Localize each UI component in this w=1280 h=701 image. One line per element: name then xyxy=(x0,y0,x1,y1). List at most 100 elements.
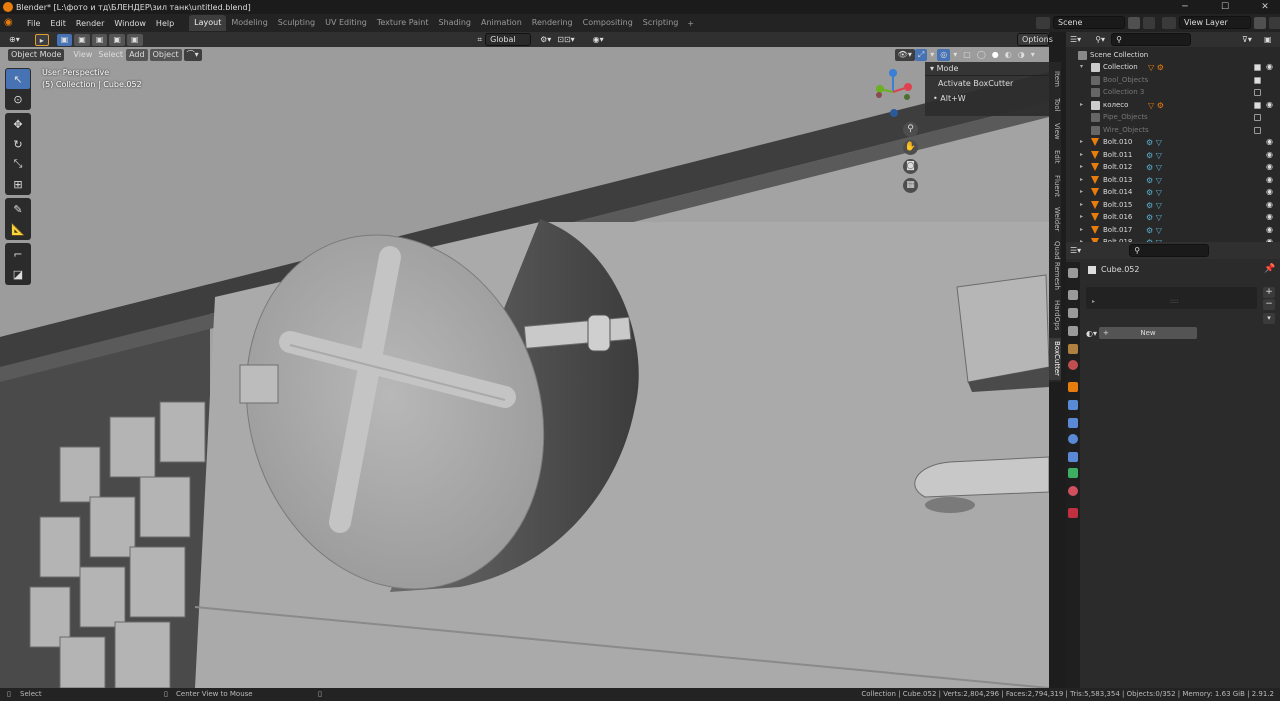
list-expand-icon[interactable]: ▸ xyxy=(1092,298,1095,305)
minimize-icon[interactable]: ─ xyxy=(1176,2,1194,12)
outliner-row[interactable]: ▸ Bolt.011 ⚙ ▽ ◉ xyxy=(1066,149,1280,162)
object-props-icon[interactable] xyxy=(1068,382,1078,392)
editor-type-icon[interactable]: ⊕▾ xyxy=(6,34,23,46)
expand-arrow-icon[interactable]: ▸ xyxy=(1080,224,1083,237)
filter-display-icon[interactable]: ⚲▾ xyxy=(1095,35,1105,44)
select-extend-icon[interactable]: ▣ xyxy=(74,33,90,46)
modifier-props-icon[interactable] xyxy=(1068,400,1078,410)
transform-orientation-dropdown[interactable]: Global xyxy=(485,33,532,46)
constraints-props-icon[interactable] xyxy=(1068,452,1078,462)
camera-icon[interactable]: ◙ xyxy=(903,159,918,174)
view-menu[interactable]: View xyxy=(70,49,95,61)
outliner-row[interactable]: Collection 3 xyxy=(1066,86,1280,99)
physics-props-icon[interactable] xyxy=(1068,434,1078,444)
menu-edit[interactable]: Edit xyxy=(45,19,71,28)
menu-help[interactable]: Help xyxy=(151,19,179,28)
exclude-checkbox[interactable] xyxy=(1254,126,1261,134)
outliner-editor-icon[interactable]: ☰▾ xyxy=(1070,35,1081,44)
list-resize-icon[interactable]: :::: xyxy=(1170,298,1178,305)
select-tool-icon[interactable]: ↖ xyxy=(6,69,30,89)
scene-props-icon[interactable] xyxy=(1068,344,1078,354)
tab-scripting[interactable]: Scripting xyxy=(638,15,684,31)
zoom-icon[interactable]: ⚲ xyxy=(903,122,918,137)
hardops-tool-icon[interactable]: ⌐ xyxy=(6,244,30,264)
mode-panel-header[interactable]: ▾ Mode xyxy=(925,62,1049,76)
object-mode-dropdown[interactable]: Object Mode xyxy=(8,48,65,61)
modifier-mesh-icon[interactable]: ⚙ ▽ xyxy=(1146,162,1168,172)
exclude-checkbox[interactable] xyxy=(1254,76,1261,84)
particles-props-icon[interactable] xyxy=(1068,418,1078,428)
expand-arrow-icon[interactable]: ▸ xyxy=(1080,99,1083,112)
expand-arrow-icon[interactable]: ▾ xyxy=(1080,61,1083,74)
tab-edit[interactable]: Edit xyxy=(1049,146,1061,168)
outliner-row[interactable]: Pipe_Objects xyxy=(1066,111,1280,124)
tab-hardops[interactable]: HardOps xyxy=(1049,296,1061,334)
world-props-icon[interactable] xyxy=(1068,360,1078,370)
tab-boxcutter[interactable]: BoxCutter xyxy=(1049,338,1061,380)
new-collection-icon[interactable]: ▣ xyxy=(1264,35,1272,44)
menu-render[interactable]: Render xyxy=(71,19,109,28)
tab-fluent[interactable]: Fluent xyxy=(1049,172,1061,200)
collection-contents-icon[interactable]: ▽ ⚙ xyxy=(1148,100,1170,110)
outliner-row[interactable]: Wire_Objects xyxy=(1066,124,1280,137)
navigation-gizmo[interactable] xyxy=(868,67,918,117)
outliner-search-input[interactable]: ⚲ xyxy=(1111,33,1192,46)
outliner-row[interactable]: ▸ Bolt.016 ⚙ ▽ ◉ xyxy=(1066,211,1280,224)
extra-menu-icon[interactable]: ⌒▾ xyxy=(183,48,202,61)
eye-icon[interactable]: ◉ xyxy=(1266,136,1273,149)
visibility-icon[interactable]: 👁▾ xyxy=(894,48,915,61)
material-slot-list[interactable]: ▸ :::: xyxy=(1086,287,1257,309)
pivot-icon[interactable]: ⚙▾ xyxy=(537,34,554,46)
pin-icon[interactable]: 📌 xyxy=(1264,264,1275,274)
view-layer-props-icon[interactable] xyxy=(1068,326,1078,336)
modifier-mesh-icon[interactable]: ⚙ ▽ xyxy=(1146,187,1168,197)
overlay-dropdown-icon[interactable]: ▾ xyxy=(950,49,960,61)
rotate-tool-icon[interactable]: ↻ xyxy=(6,134,30,154)
pan-hand-icon[interactable]: ✋ xyxy=(903,140,918,155)
tab-modeling[interactable]: Modeling xyxy=(226,15,272,31)
measure-tool-icon[interactable]: 📐 xyxy=(6,219,30,239)
tab-animation[interactable]: Animation xyxy=(476,15,527,31)
material-props-icon[interactable] xyxy=(1068,486,1078,496)
material-browse-icon[interactable]: ◐▾ xyxy=(1086,329,1097,338)
y-axis-icon[interactable] xyxy=(876,85,884,93)
view-layer-icon[interactable] xyxy=(1162,16,1176,29)
expand-arrow-icon[interactable]: ▸ xyxy=(1080,174,1083,187)
add-menu[interactable]: Add xyxy=(126,48,148,61)
new-view-layer-icon[interactable] xyxy=(1254,16,1266,29)
select-invert-icon[interactable]: ▣ xyxy=(109,33,125,46)
modifier-mesh-icon[interactable]: ⚙ ▽ xyxy=(1146,212,1168,222)
tab-texture-paint[interactable]: Texture Paint xyxy=(372,15,434,31)
eye-icon[interactable]: ◉ xyxy=(1266,149,1273,162)
tab-tool[interactable]: Tool xyxy=(1049,94,1061,116)
close-icon[interactable]: ✕ xyxy=(1256,2,1274,12)
tab-item[interactable]: Item xyxy=(1049,68,1061,90)
expand-arrow-icon[interactable]: ▸ xyxy=(1080,186,1083,199)
activate-boxcutter-item[interactable]: Activate BoxCutter xyxy=(925,76,1049,91)
shading-material-icon[interactable]: ◐ xyxy=(1002,49,1015,61)
menu-file[interactable]: File xyxy=(22,19,45,28)
shading-solid-icon[interactable]: ● xyxy=(989,49,1002,61)
expand-arrow-icon[interactable]: ▸ xyxy=(1080,136,1083,149)
add-workspace-button[interactable]: + xyxy=(683,19,698,28)
options-dropdown[interactable]: Options xyxy=(1017,33,1053,46)
outliner-row[interactable]: ▸ Bolt.012 ⚙ ▽ ◉ xyxy=(1066,161,1280,174)
eye-icon[interactable]: ◉ xyxy=(1266,199,1273,212)
eye-icon[interactable]: ◉ xyxy=(1266,224,1273,237)
grid-view-icon[interactable]: ▦ xyxy=(903,178,918,193)
properties-search-input[interactable]: ⚲ xyxy=(1129,244,1210,257)
outliner-row[interactable]: ▸ колесо ▽ ⚙ ◉ xyxy=(1066,99,1280,112)
new-scene-icon[interactable] xyxy=(1128,16,1140,29)
modifier-mesh-icon[interactable]: ⚙ ▽ xyxy=(1146,175,1168,185)
expand-arrow-icon[interactable]: ▸ xyxy=(1080,149,1083,162)
proportional-edit-icon[interactable]: ◉▾ xyxy=(590,34,607,46)
scale-tool-icon[interactable]: ⤡ xyxy=(6,154,30,174)
new-material-button[interactable]: + New xyxy=(1099,327,1197,339)
expand-arrow-icon[interactable]: ▸ xyxy=(1080,199,1083,212)
add-slot-button[interactable]: + xyxy=(1263,287,1275,298)
delete-scene-icon[interactable] xyxy=(1143,16,1155,29)
exclude-checkbox[interactable] xyxy=(1254,64,1261,71)
modifier-mesh-icon[interactable]: ⚙ ▽ xyxy=(1146,200,1168,210)
tool-props-icon[interactable] xyxy=(1068,268,1078,278)
tab-layout[interactable]: Layout xyxy=(189,15,227,31)
